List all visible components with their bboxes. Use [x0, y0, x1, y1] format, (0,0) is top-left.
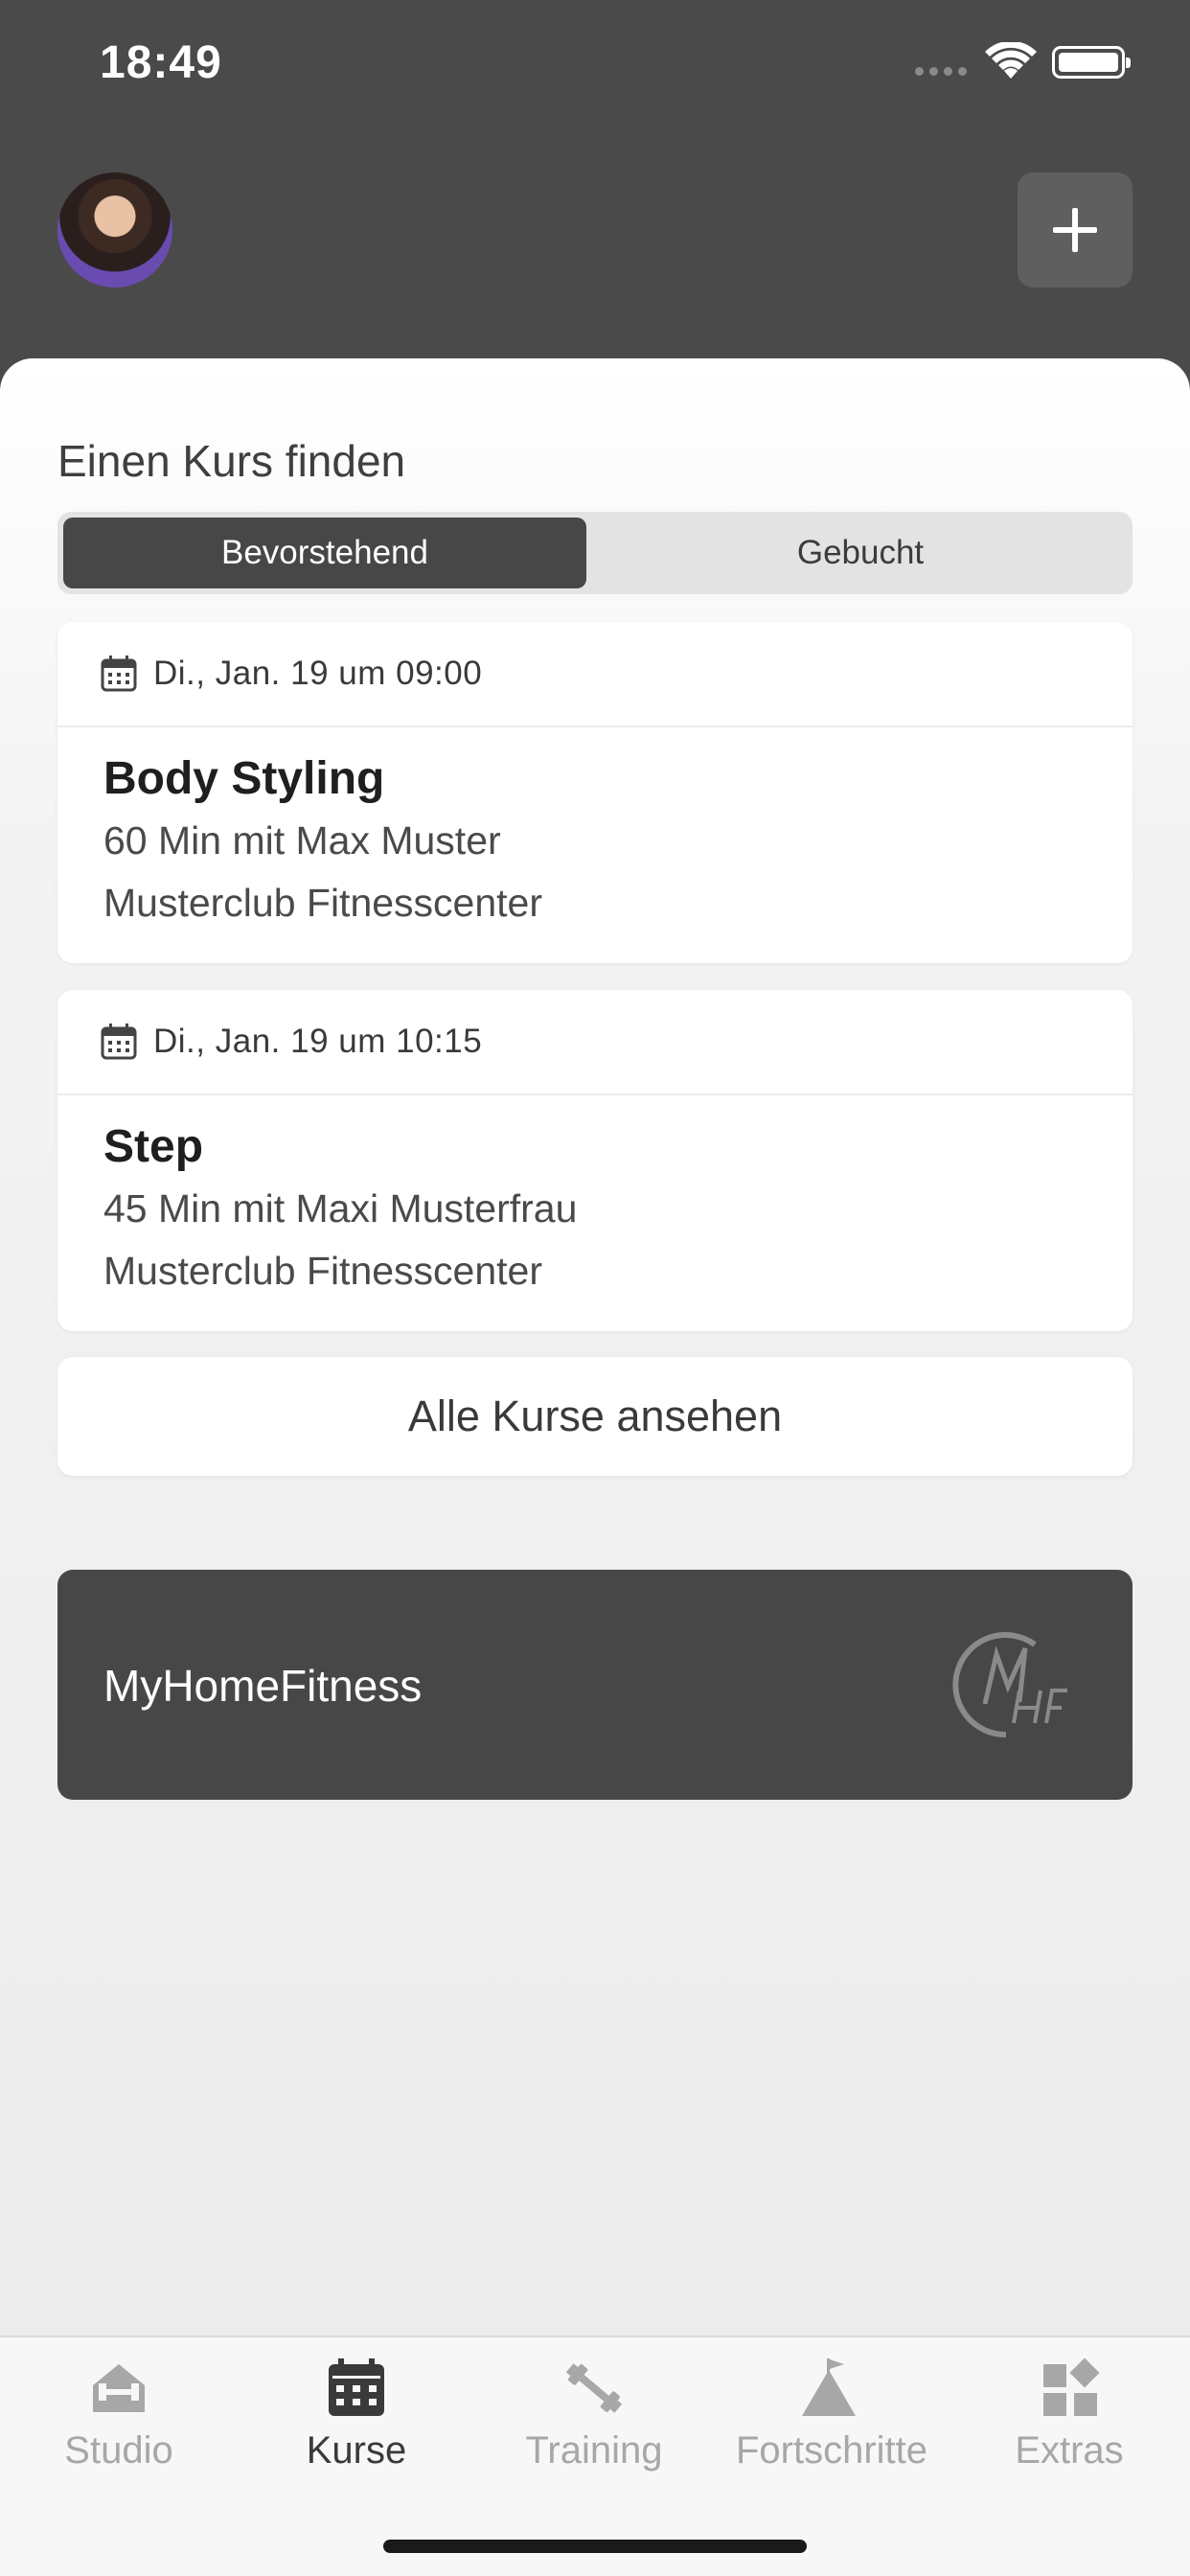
section-title: Einen Kurs finden	[57, 436, 406, 486]
course-title: Step	[103, 1121, 204, 1172]
myhomefitness-banner[interactable]: MyHomeFitness	[57, 1570, 1133, 1800]
course-card-header: Di., Jan. 19 um 10:15	[57, 990, 1133, 1095]
calendar-icon	[101, 1024, 137, 1060]
tab-extras[interactable]: Extras	[950, 2337, 1188, 2500]
add-button[interactable]	[1018, 172, 1133, 288]
course-filter-segmented-control: Bevorstehend Gebucht	[57, 512, 1133, 594]
course-card[interactable]: Di., Jan. 19 um 09:00 Body Styling 60 Mi…	[57, 622, 1133, 963]
course-card[interactable]: Di., Jan. 19 um 10:15 Step 45 Min mit Ma…	[57, 990, 1133, 1331]
mountain-flag-icon	[802, 2358, 856, 2416]
course-card-header: Di., Jan. 19 um 09:00	[57, 622, 1133, 727]
course-location: Musterclub Fitnesscenter	[103, 881, 543, 925]
course-location: Musterclub Fitnesscenter	[103, 1249, 543, 1293]
content-sheet: Einen Kurs finden Bevorstehend Gebucht D…	[0, 358, 1190, 2576]
segment-upcoming[interactable]: Bevorstehend	[63, 518, 586, 588]
dumbbell-icon	[565, 2363, 623, 2413]
tab-training[interactable]: Training	[475, 2337, 713, 2500]
tab-fortschritte[interactable]: Fortschritte	[713, 2337, 950, 2500]
tab-label: Fortschritte	[735, 2429, 928, 2472]
avatar[interactable]	[57, 172, 172, 288]
tab-label: Kurse	[306, 2429, 407, 2472]
signal-icon	[915, 67, 967, 76]
course-detail: 45 Min mit Maxi Musterfrau	[103, 1186, 578, 1230]
course-detail: 60 Min mit Max Muster	[103, 818, 501, 862]
course-date: Di., Jan. 19 um 10:15	[153, 1023, 483, 1060]
plus-icon	[1053, 208, 1097, 252]
calendar-icon	[329, 2358, 384, 2416]
tab-kurse[interactable]: Kurse	[238, 2337, 475, 2500]
segment-booked[interactable]: Gebucht	[594, 518, 1127, 588]
grid-icon	[1043, 2358, 1100, 2416]
course-title: Body Styling	[103, 753, 385, 804]
mhf-logo-icon	[952, 1632, 1067, 1738]
calendar-icon	[101, 656, 137, 692]
wifi-icon	[985, 42, 1037, 79]
all-courses-button[interactable]: Alle Kurse ansehen	[57, 1357, 1133, 1476]
status-time: 18:49	[100, 37, 222, 88]
tab-studio[interactable]: Studio	[0, 2337, 238, 2500]
tab-label: Extras	[1015, 2429, 1124, 2472]
studio-icon	[93, 2364, 145, 2412]
course-date: Di., Jan. 19 um 09:00	[153, 655, 483, 692]
status-bar: 18:49	[0, 0, 1190, 134]
tab-label: Training	[525, 2429, 663, 2472]
battery-icon	[1052, 46, 1131, 79]
home-indicator	[383, 2540, 807, 2553]
tab-label: Studio	[64, 2429, 173, 2472]
promo-label: MyHomeFitness	[103, 1661, 423, 1711]
